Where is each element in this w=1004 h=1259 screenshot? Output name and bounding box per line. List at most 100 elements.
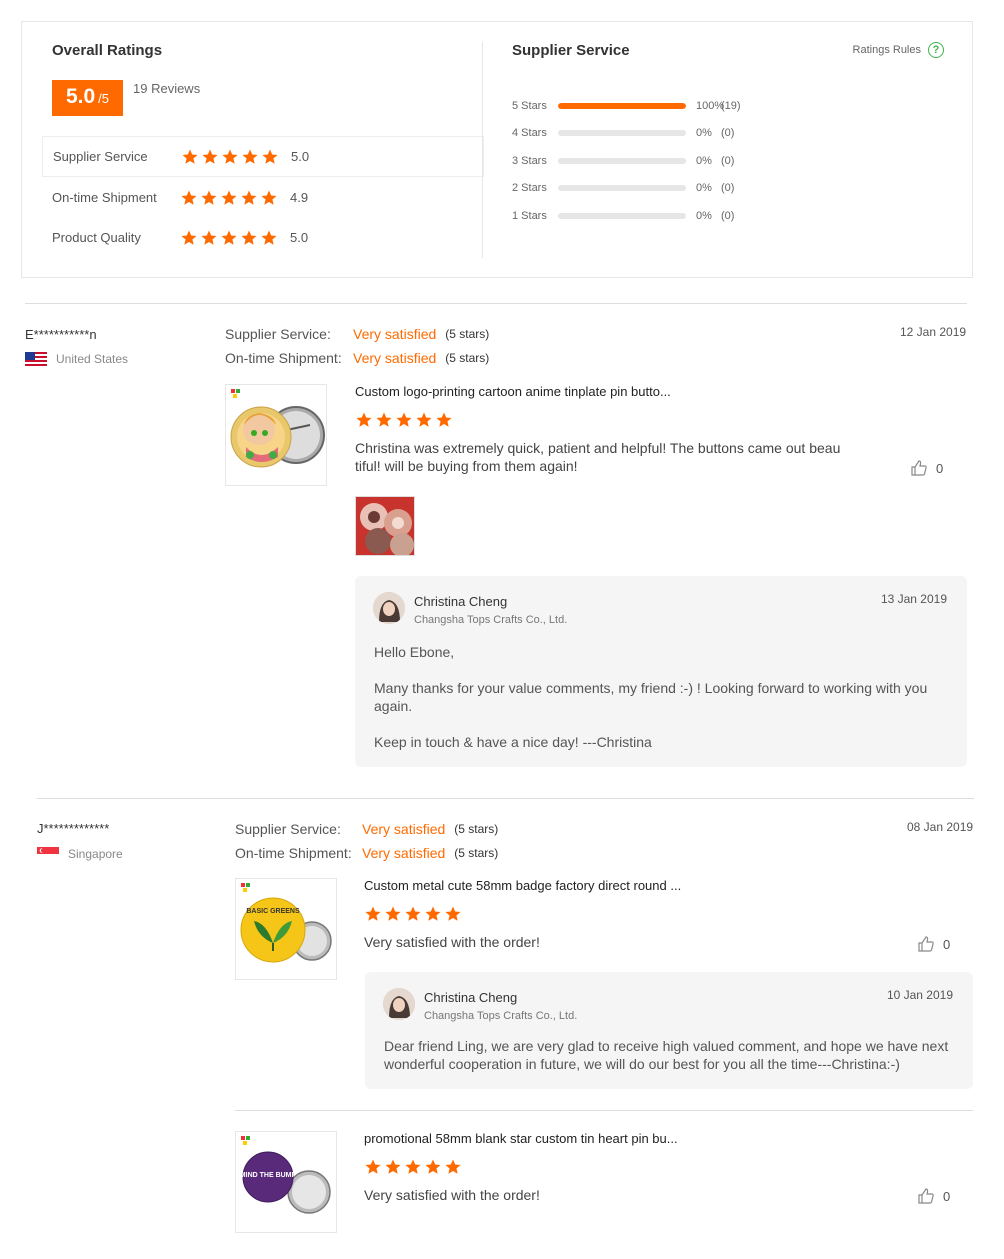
ratings-rules-link[interactable]: Ratings Rules ? <box>853 42 944 58</box>
overall-ratings-title: Overall Ratings <box>52 42 163 59</box>
rating-label: Supplier Service: <box>235 821 341 837</box>
category-row-supplier-service: Supplier Service 5.0 <box>42 136 484 177</box>
category-row-on-time-shipment: On-time Shipment 4.9 <box>42 177 484 218</box>
star-icon <box>220 229 238 247</box>
category-stars <box>180 189 288 207</box>
review-date: 08 Jan 2019 <box>907 820 974 834</box>
rating-label: Supplier Service: <box>225 326 331 342</box>
star-icon <box>181 148 199 166</box>
reviewer-name: E***********n <box>25 327 97 342</box>
star-icon <box>200 189 218 207</box>
product-title-link[interactable]: promotional 58mm blank star custom tin h… <box>364 1131 678 1146</box>
star-icon <box>201 148 219 166</box>
star-icon <box>260 189 278 207</box>
avatar <box>373 592 405 624</box>
star-icon <box>240 189 258 207</box>
star-breakdown-row-1: 1 Stars 0% (0) <box>512 208 734 224</box>
reviewer-country: Singapore <box>37 847 123 861</box>
product-stars <box>364 1158 464 1176</box>
product-stars <box>364 905 464 923</box>
on-time-shipment-rating: On-time Shipment: Very satisfied (5 star… <box>225 350 489 366</box>
star-icon <box>200 229 218 247</box>
star-icon <box>404 905 422 923</box>
review-divider <box>25 303 967 304</box>
reviewer-country: United States <box>25 352 128 366</box>
product-thumbnail[interactable]: BASIC GREENS <box>235 878 337 980</box>
star-icon <box>241 148 259 166</box>
breakdown-label: 2 Stars <box>512 182 547 194</box>
breakdown-percent: 0% <box>696 127 712 139</box>
star-icon <box>355 411 373 429</box>
review-photo[interactable] <box>355 496 415 556</box>
reply-closing: Keep in touch & have a nice day! ---Chri… <box>374 734 652 750</box>
breakdown-percent: 100% <box>696 100 725 112</box>
reply-date: 13 Jan 2019 <box>880 592 947 606</box>
reply-company: Changsha Tops Crafts Co., Ltd. <box>414 614 568 626</box>
thumbs-up-icon[interactable] <box>917 935 935 953</box>
breakdown-percent: 0% <box>696 155 712 167</box>
rating-stars-text: (5 stars) <box>445 327 490 341</box>
category-value: 5.0 <box>291 149 310 164</box>
breakdown-bar-track <box>558 130 686 136</box>
reply-author: Christina Cheng <box>414 594 508 609</box>
breakdown-label: 1 Stars <box>512 210 547 222</box>
breakdown-percent: 0% <box>696 210 712 222</box>
supplier-service-title: Supplier Service <box>512 42 630 59</box>
star-breakdown-row-2: 2 Stars 0% (0) <box>512 180 734 196</box>
reviewer-name: J************* <box>37 821 110 836</box>
supplier-reply: Christina Cheng Changsha Tops Crafts Co.… <box>365 972 973 1089</box>
product-title-link[interactable]: Custom metal cute 58mm badge factory dir… <box>364 878 681 893</box>
on-time-shipment-rating: On-time Shipment: Very satisfied (5 star… <box>235 845 498 861</box>
star-icon <box>240 229 258 247</box>
reply-greeting: Hello Ebone, <box>374 644 455 660</box>
question-circle-icon[interactable]: ? <box>928 42 944 58</box>
like-count: 0 <box>943 1188 951 1204</box>
country-name: Singapore <box>68 847 123 861</box>
category-stars <box>180 229 288 247</box>
star-icon <box>221 148 239 166</box>
star-breakdown-row-5: 5 Stars 100% (19) <box>512 98 741 114</box>
ratings-rules-label[interactable]: Ratings Rules <box>853 44 921 56</box>
like-button[interactable]: 0 <box>917 1187 950 1205</box>
star-icon <box>220 189 238 207</box>
breakdown-count: (0) <box>721 127 735 139</box>
badge-text: MIND THE BUMP <box>240 1172 297 1179</box>
breakdown-count: (0) <box>721 155 735 167</box>
supplier-service-rating: Supplier Service: Very satisfied (5 star… <box>235 821 498 837</box>
star-icon <box>404 1158 422 1176</box>
thumbs-up-icon[interactable] <box>917 1187 935 1205</box>
overall-score-max: /5 <box>98 91 110 106</box>
reply-author: Christina Cheng <box>424 990 518 1005</box>
like-count: 0 <box>943 936 951 952</box>
breakdown-percent: 0% <box>696 182 712 194</box>
star-icon <box>364 1158 382 1176</box>
avatar-image <box>373 592 405 624</box>
rating-value: Very satisfied <box>362 845 446 861</box>
supplier-reply: Christina Cheng Changsha Tops Crafts Co.… <box>355 576 967 767</box>
category-row-product-quality: Product Quality 5.0 <box>42 217 484 258</box>
like-button[interactable]: 0 <box>910 459 943 477</box>
rating-stars-text: (5 stars) <box>454 822 499 836</box>
like-button[interactable]: 0 <box>917 935 950 953</box>
thumbs-up-icon[interactable] <box>910 459 928 477</box>
us-flag-icon <box>25 352 47 366</box>
overall-score-badge: 5.0 /5 <box>52 80 123 116</box>
product-stars <box>355 411 455 429</box>
breakdown-count: (19) <box>721 100 741 112</box>
category-value: 4.9 <box>290 190 309 205</box>
product-title-link[interactable]: Custom logo-printing cartoon anime tinpl… <box>355 384 671 399</box>
mind-the-bump-badge-image: MIND THE BUMP <box>240 1136 331 1214</box>
rating-label: On-time Shipment: <box>225 350 342 366</box>
category-label: Product Quality <box>52 230 141 245</box>
rating-stars-text: (5 stars) <box>454 846 499 860</box>
country-name: United States <box>56 352 129 366</box>
badge-text: BASIC GREENS <box>246 908 300 915</box>
product-thumbnail[interactable] <box>225 384 327 486</box>
overall-score: 5.0 <box>65 85 96 108</box>
star-icon <box>375 411 393 429</box>
product-thumbnail[interactable]: MIND THE BUMP <box>235 1131 337 1233</box>
star-breakdown-row-4: 4 Stars 0% (0) <box>512 125 734 141</box>
review-comment: Christina was extremely quick, patient a… <box>355 440 841 474</box>
star-icon <box>444 905 462 923</box>
breakdown-label: 5 Stars <box>512 100 547 112</box>
